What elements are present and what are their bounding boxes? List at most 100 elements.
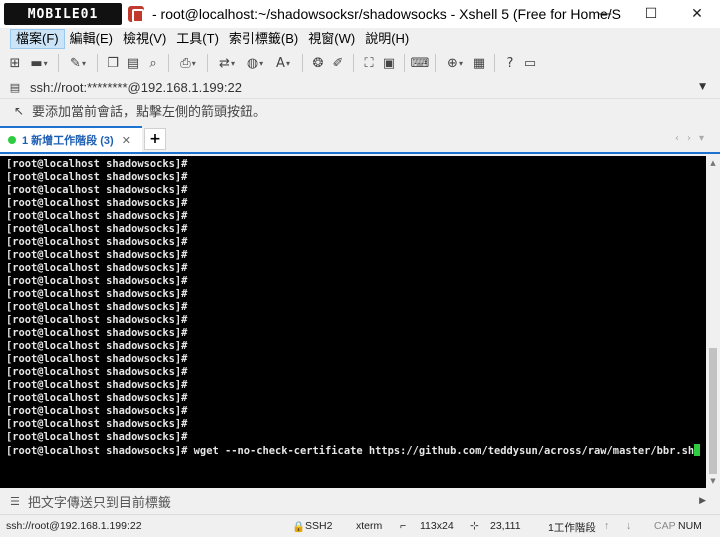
terminal-size-icon: ⌐ (400, 520, 407, 532)
hint-text: 要添加當前會話，點擊左側的箭頭按鈕。 (32, 104, 267, 119)
compose-dropdown-icon[interactable]: ▶ (699, 496, 706, 506)
copy-icon[interactable]: ❐ (104, 54, 122, 72)
address-book-icon[interactable]: ▤ (8, 80, 22, 94)
terminal-cursor (694, 444, 701, 456)
status-cursor-pos: 23,111 (490, 520, 521, 532)
terminal-line: [root@localhost shadowsocks]# (6, 197, 188, 209)
maximize-button[interactable]: ☐ (628, 0, 674, 28)
terminal-line: [root@localhost shadowsocks]# (6, 379, 188, 391)
status-connection: ssh://root@192.168.1.199:22 (6, 520, 142, 532)
find-icon[interactable]: ⌕ (144, 54, 162, 72)
window-controls: — ☐ ✕ (582, 0, 720, 28)
toolbar: ⊞ ▬ ✎ ❐ ▤ ⌕ ⎙ ⇄ ◍ A ❂ ✐ ⛶ ▣ ⌨ ⊕ ▦ ? ▭ (0, 50, 720, 76)
terminal-line: [root@localhost shadowsocks]# (6, 236, 188, 248)
terminal-command-line: [root@localhost shadowsocks]# wget --no-… (6, 444, 706, 457)
tab-scroll-arrows[interactable]: ‹›▾ (675, 133, 712, 144)
menu-bar: 檔案(F) 編輯(E) 檢視(V) 工具(T) 索引標籤(B) 視窗(W) 說明… (0, 28, 720, 50)
terminal-line: [root@localhost shadowsocks]# (6, 327, 188, 339)
toolbar-separator (207, 54, 208, 72)
upload-icon: ↑ (604, 520, 610, 532)
menu-file[interactable]: 檔案(F) (10, 29, 65, 49)
terminal-prompt: [root@localhost shadowsocks]# (6, 445, 188, 457)
mobile01-logo: MOBILE01 (4, 3, 122, 25)
terminal-line: [root@localhost shadowsocks]# (6, 158, 188, 170)
compose-bar: ☰ 把文字傳送只到目前標籤 ▶ (0, 490, 720, 512)
terminal-line: [root@localhost shadowsocks]# (6, 418, 188, 430)
transfer-icon[interactable]: ⇄ (214, 54, 240, 72)
compose-input[interactable]: 把文字傳送只到目前標籤 (28, 492, 171, 511)
tab-label: 1 新增工作階段 (3) (22, 135, 114, 147)
new-session-icon[interactable]: ⊞ (6, 54, 24, 72)
terminal-line: [root@localhost shadowsocks]# (6, 210, 188, 222)
title-bar: MOBILE01 - root@localhost:~/shadowsocksr… (0, 0, 720, 28)
toolbar-separator (168, 54, 169, 72)
status-size: 113x24 (420, 520, 454, 532)
minimize-button[interactable]: — (582, 0, 628, 28)
terminal-line: [root@localhost shadowsocks]# (6, 184, 188, 196)
toolbar-separator (353, 54, 354, 72)
keyboard-icon[interactable]: ⌨ (411, 54, 430, 72)
terminal-line: [root@localhost shadowsocks]# (6, 340, 188, 352)
arrow-pointer-icon[interactable]: ↖ (14, 104, 26, 118)
terminal-line: [root@localhost shadowsocks]# (6, 366, 188, 378)
fullscreen-icon[interactable]: ⛶ (360, 54, 378, 72)
terminal-line: [root@localhost shadowsocks]# (6, 314, 188, 326)
toolbar-separator (97, 54, 98, 72)
script-icon[interactable]: ✐ (329, 54, 347, 72)
menu-tools[interactable]: 工具(T) (171, 29, 224, 49)
help-icon[interactable]: ? (501, 54, 519, 72)
globe-icon[interactable]: ◍ (242, 54, 268, 72)
terminal-line: [root@localhost shadowsocks]# (6, 249, 188, 261)
toolbar-separator (58, 54, 59, 72)
disconnect-icon[interactable]: ✎ (65, 54, 91, 72)
close-button[interactable]: ✕ (674, 0, 720, 28)
status-num: NUM (678, 520, 702, 532)
lock-icon[interactable]: ▣ (380, 54, 398, 72)
terminal-command: wget --no-check-certificate https://gith… (187, 445, 695, 457)
terminal-line: [root@localhost shadowsocks]# (6, 275, 188, 287)
terminal-scrollbar[interactable]: ▲ ▼ (706, 156, 720, 488)
compose-menu-icon[interactable]: ☰ (10, 495, 20, 508)
status-protocol: SSH2 (305, 520, 333, 532)
add-icon[interactable]: ⊕ (442, 54, 468, 72)
toolbar-separator (494, 54, 495, 72)
xshell-app-icon[interactable] (128, 6, 144, 23)
session-status-icon (8, 136, 16, 144)
lock-icon: 🔒 (292, 521, 306, 533)
terminal-line: [root@localhost shadowsocks]# (6, 392, 188, 404)
menu-window[interactable]: 視窗(W) (303, 29, 360, 49)
session-hint-bar: ↖ 要添加當前會話，點擊左側的箭頭按鈕。 (0, 98, 720, 122)
menu-view[interactable]: 檢視(V) (118, 29, 171, 49)
menu-tabs[interactable]: 索引標籤(B) (224, 29, 303, 49)
xftp-icon[interactable]: ❂ (309, 54, 327, 72)
window-title: - root@localhost:~/shadowsocksr/shadowso… (152, 6, 622, 22)
chevron-down-icon[interactable]: ▼ (699, 82, 706, 92)
status-cap: CAP (654, 520, 676, 532)
chat-icon[interactable]: ▭ (521, 54, 539, 72)
scroll-down-icon[interactable]: ▼ (706, 474, 720, 488)
menu-help[interactable]: 說明(H) (360, 29, 414, 49)
print-icon[interactable]: ⎙ (175, 54, 201, 72)
font-icon[interactable]: A (270, 54, 296, 72)
status-sessions: 1工作階段 (548, 522, 596, 534)
terminal-output[interactable]: [root@localhost shadowsocks]# [root@local… (0, 156, 706, 488)
open-folder-icon[interactable]: ▬ (26, 54, 52, 72)
paste-icon[interactable]: ▤ (124, 54, 142, 72)
cursor-icon: ⊹ (470, 520, 479, 532)
download-icon: ↓ (626, 520, 632, 532)
terminal-line: [root@localhost shadowsocks]# (6, 301, 188, 313)
address-bar: ▤ ssh://root:********@192.168.1.199:22 ▼ (0, 76, 720, 98)
layout-icon[interactable]: ▦ (470, 54, 488, 72)
terminal-line: [root@localhost shadowsocks]# (6, 405, 188, 417)
close-tab-icon[interactable]: ✕ (122, 134, 131, 147)
scrollbar-thumb[interactable] (709, 348, 717, 474)
status-terminal-type: xterm (356, 520, 383, 532)
new-tab-button[interactable]: + (144, 128, 166, 150)
terminal-line: [root@localhost shadowsocks]# (6, 223, 188, 235)
scroll-up-icon[interactable]: ▲ (706, 156, 720, 170)
menu-edit[interactable]: 編輯(E) (65, 29, 118, 49)
tab-bar: 1 新增工作階段 (3) ✕ + ‹›▾ (0, 126, 720, 154)
address-input[interactable]: ssh://root:********@192.168.1.199:22 (30, 80, 690, 95)
terminal-line: [root@localhost shadowsocks]# (6, 171, 188, 183)
tab-session-1[interactable]: 1 新增工作階段 (3) ✕ (0, 126, 142, 152)
